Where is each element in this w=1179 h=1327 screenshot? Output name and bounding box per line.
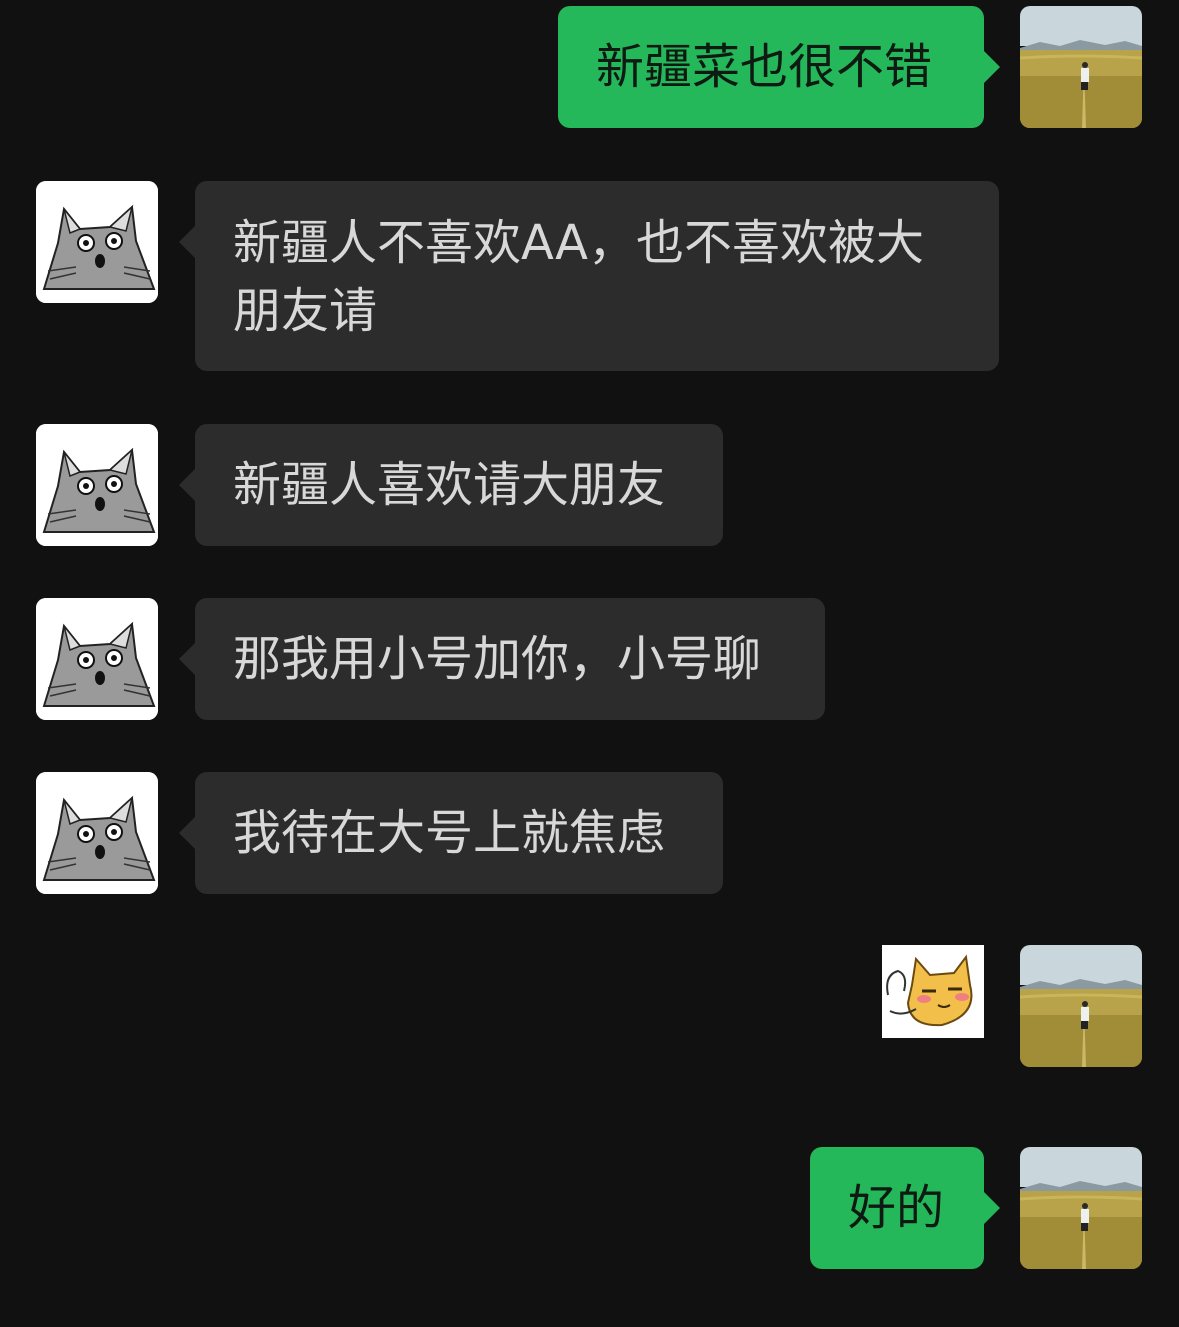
cat-emoji-sticker[interactable] xyxy=(882,945,984,1038)
my-avatar[interactable] xyxy=(1020,945,1142,1067)
field-landscape-icon xyxy=(1020,1147,1142,1269)
my-avatar[interactable] xyxy=(1020,1147,1142,1269)
cat-sketch-icon xyxy=(36,181,158,303)
bubble-tail xyxy=(179,643,195,675)
bubble-tail xyxy=(179,817,195,849)
message-bubble-incoming[interactable]: 那我用小号加你，小号聊 xyxy=(195,598,825,720)
cat-emoji-icon xyxy=(882,945,984,1038)
contact-avatar[interactable] xyxy=(36,772,158,894)
field-landscape-icon xyxy=(1020,945,1142,1067)
cat-sketch-icon xyxy=(36,598,158,720)
bubble-tail xyxy=(179,226,195,258)
cat-sketch-icon xyxy=(36,772,158,894)
message-bubble-outgoing[interactable]: 新疆菜也很不错 xyxy=(558,6,984,128)
contact-avatar[interactable] xyxy=(36,181,158,303)
my-avatar[interactable] xyxy=(1020,6,1142,128)
contact-avatar[interactable] xyxy=(36,424,158,546)
cat-sketch-icon xyxy=(36,424,158,546)
message-bubble-incoming[interactable]: 我待在大号上就焦虑 xyxy=(195,772,723,894)
message-bubble-incoming[interactable]: 新疆人喜欢请大朋友 xyxy=(195,424,723,546)
bubble-tail xyxy=(179,469,195,501)
bubble-tail xyxy=(984,51,1000,83)
contact-avatar[interactable] xyxy=(36,598,158,720)
field-landscape-icon xyxy=(1020,6,1142,128)
message-bubble-outgoing[interactable]: 好的 xyxy=(810,1147,984,1269)
message-bubble-incoming[interactable]: 新疆人不喜欢AA，也不喜欢被大朋友请 xyxy=(195,181,999,371)
bubble-tail xyxy=(984,1192,1000,1224)
